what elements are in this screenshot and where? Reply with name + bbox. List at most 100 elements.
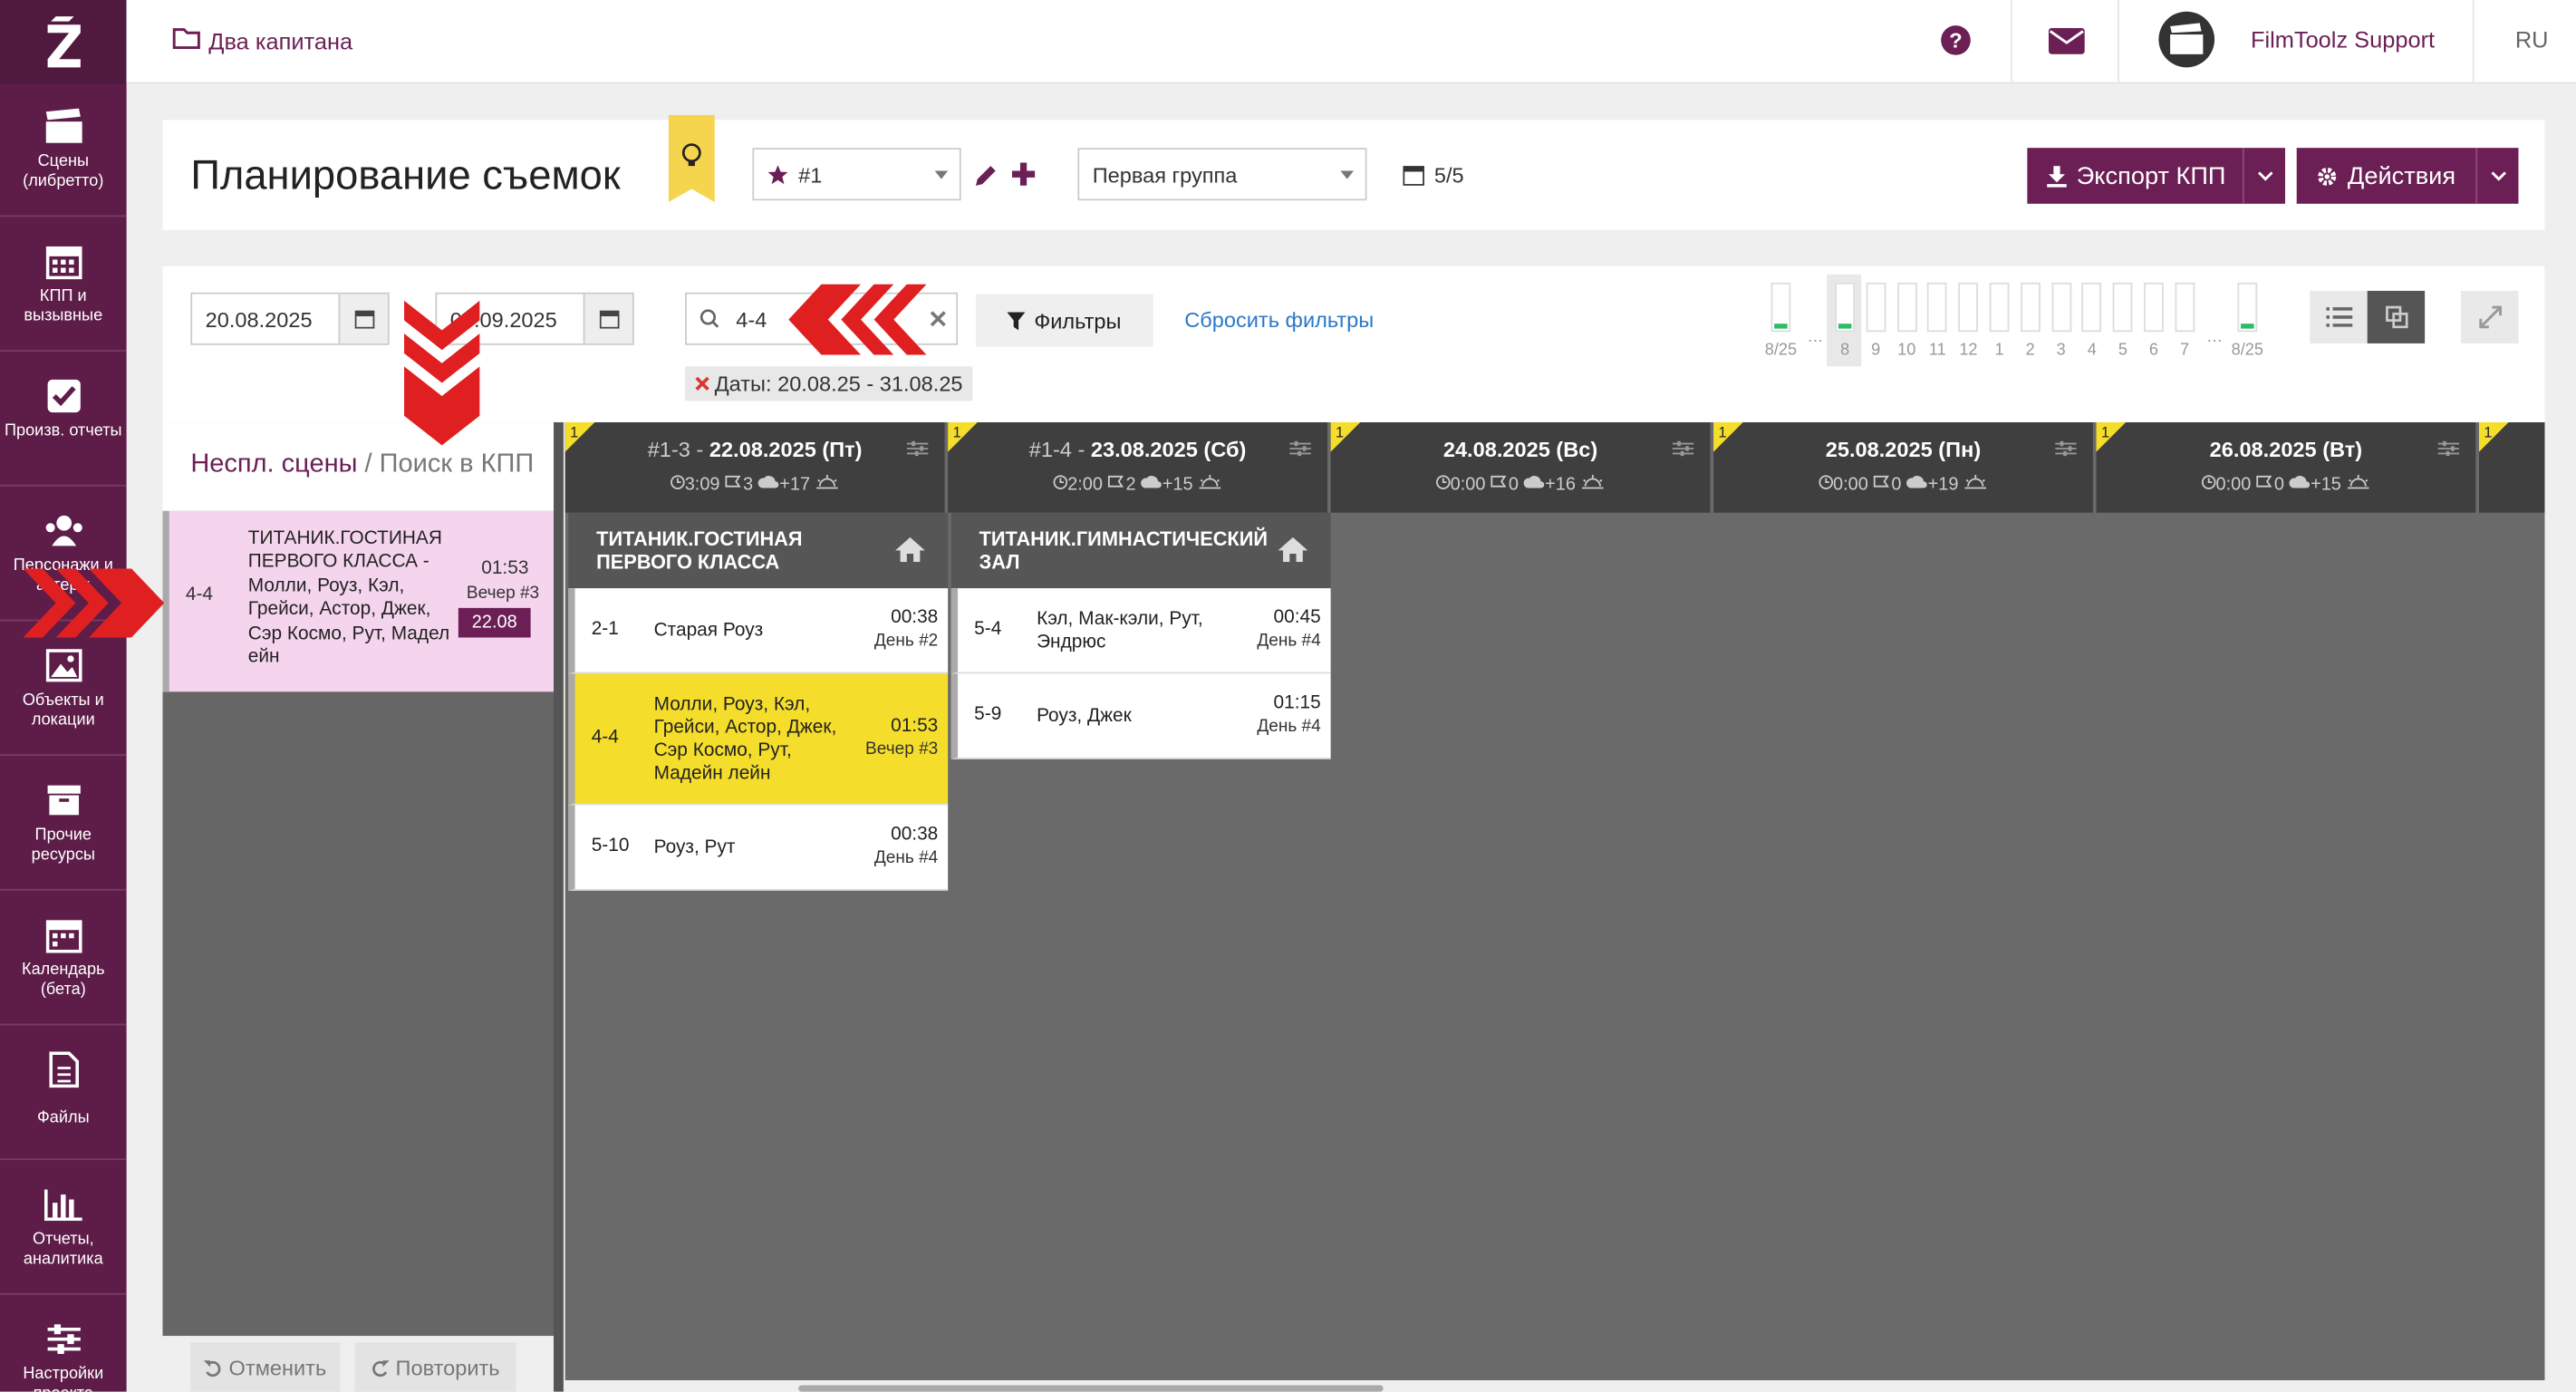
scene-date-badge[interactable]: 22.08	[458, 607, 531, 638]
nav-calendar[interactable]: Календарь (бета)	[0, 893, 127, 1026]
tab-search-callsheet[interactable]: Поиск в КПП	[380, 450, 535, 478]
tab-unscheduled[interactable]: Неспл. сцены	[190, 450, 357, 478]
clock-icon	[1435, 475, 1451, 489]
svg-text:?: ?	[1949, 29, 1962, 53]
day-column-header[interactable]: 1	[2478, 421, 2545, 513]
day-settings-icon[interactable]	[1672, 440, 1694, 457]
board-icon	[2385, 305, 2407, 329]
day-gauge[interactable]	[2144, 282, 2164, 333]
pencil-icon[interactable]	[974, 164, 997, 195]
scene-row[interactable]: 5-9 Роуз, Джек 01:15 День #4	[950, 673, 1331, 759]
location-header[interactable]: ТИТАНИК.ГИМНАСТИЧЕСКИЙ ЗАЛ	[950, 512, 1331, 589]
day-gauge[interactable]	[1770, 282, 1791, 333]
panel-splitter[interactable]	[554, 421, 564, 1392]
day-column-header[interactable]: 1 25.08.2025 (Пн) 0:00 0 +19	[1713, 421, 2093, 513]
scene-row[interactable]: 5-4 Кэл, Мак-кэли, Рут, Эндрюс 00:45 День #…	[950, 588, 1331, 674]
cloud-icon	[758, 476, 780, 488]
fullscreen-button[interactable]	[2461, 290, 2519, 343]
nav-settings[interactable]: Настройки проекта	[0, 1297, 127, 1392]
scene-number: 5-9	[974, 704, 1002, 725]
day-scene-count: 0	[2273, 474, 2284, 495]
day-settings-icon[interactable]	[906, 440, 929, 457]
export-dropdown-toggle[interactable]	[2242, 148, 2285, 204]
version-select[interactable]: #1	[752, 148, 961, 201]
scene-row-highlighted[interactable]: 4-4 Молли, Роуз, Кэл, Грейси, Астор, Джек…	[568, 673, 949, 806]
reset-filters-link[interactable]: Сбросить фильтры	[1184, 307, 1374, 332]
calendar-icon[interactable]	[583, 294, 633, 343]
gauge-label: 8/25	[2231, 342, 2263, 361]
group-select[interactable]: Первая группа	[1077, 148, 1367, 201]
day-settings-icon[interactable]	[2437, 440, 2460, 457]
actions-dropdown-toggle[interactable]	[2475, 148, 2518, 204]
scene-card[interactable]: 4-4 ТИТАНИК.ГОСТИНАЯ ПЕРВОГО КЛАССА - Мо…	[162, 510, 557, 692]
nav-scenes[interactable]: Сцены (либретто)	[0, 83, 127, 218]
date-filter-chip[interactable]: Даты: 20.08.25 - 31.08.25	[685, 366, 973, 401]
nav-locations[interactable]: Объекты и локации	[0, 623, 127, 757]
help-icon[interactable]: ?	[1940, 24, 1971, 64]
avatar[interactable]	[2158, 11, 2215, 68]
nav-files[interactable]: Файлы	[0, 1027, 127, 1161]
nav-analytics[interactable]: Отчеты, аналитика	[0, 1162, 127, 1295]
horizontal-scrollbar[interactable]	[798, 1385, 1384, 1392]
day-gauge[interactable]	[2175, 282, 2195, 333]
scene-row[interactable]: 2-1 Старая Роуз 00:38 День #2	[568, 588, 949, 674]
calendar-icon[interactable]	[338, 294, 388, 343]
scene-time: 01:53 Вечер #3	[865, 715, 938, 761]
date-from-field[interactable]: 20.08.2025	[190, 292, 390, 345]
board-view-button[interactable]	[2367, 290, 2426, 343]
filters-button[interactable]: Фильтры	[975, 294, 1153, 347]
day-duration: 0:00	[1833, 474, 1868, 495]
scene-duration: 00:38	[891, 607, 939, 628]
day-gauge[interactable]	[1989, 282, 2010, 333]
day-column-header[interactable]: 1 #1-4 - 23.08.2025 (Сб) 2:00 2 +15	[948, 421, 1327, 513]
gauge-label: 5	[2118, 342, 2127, 361]
project-link[interactable]: Два капитана	[172, 26, 352, 54]
day-scene-count: 3	[743, 474, 754, 495]
gauge-label: 9	[1871, 342, 1881, 361]
day-column-header[interactable]: 1 26.08.2025 (Вт) 0:00 0 +15	[2096, 421, 2476, 513]
plus-icon[interactable]	[1011, 162, 1036, 193]
location-header[interactable]: ТИТАНИК.ГОСТИНАЯ ПЕРВОГО КЛАССА	[568, 512, 949, 589]
language-switch[interactable]: RU	[2515, 26, 2549, 53]
nav-callsheets[interactable]: КПП и вызывные	[0, 218, 127, 353]
export-button[interactable]: Экспорт КПП	[2027, 148, 2286, 204]
list-view-button[interactable]	[2310, 290, 2368, 343]
mail-icon[interactable]	[2048, 27, 2085, 63]
redo-button[interactable]: Повторить	[354, 1342, 516, 1392]
day-stats: 0:00 0 +15	[2097, 474, 2476, 495]
calendar-small-icon	[1403, 166, 1424, 186]
remove-chip-icon[interactable]	[695, 376, 709, 391]
nav-resources[interactable]: Прочие ресурсы	[0, 758, 127, 891]
redo-label: Повторить	[395, 1354, 500, 1380]
day-column-header[interactable]: 1 #1-3 - 22.08.2025 (Пт) 3:09 3 +17	[564, 421, 945, 513]
day-gauge[interactable]	[2237, 282, 2258, 333]
day-gauge[interactable]	[2020, 282, 2041, 333]
day-gauge[interactable]	[1835, 282, 1855, 333]
day-gauge[interactable]	[1958, 282, 1979, 333]
day-gauge[interactable]	[1927, 282, 1948, 333]
day-gauge[interactable]	[1896, 282, 1917, 333]
day-column-header[interactable]: 1 24.08.2025 (Вс) 0:00 0 +16	[1330, 421, 1711, 513]
day-date: 23.08.2025 (Сб)	[1090, 437, 1247, 462]
day-settings-icon[interactable]	[2055, 440, 2077, 457]
day-scene-count: 0	[1508, 474, 1520, 495]
actions-button[interactable]: Действия	[2296, 148, 2519, 204]
app-logo[interactable]	[0, 0, 127, 84]
undo-button[interactable]: Отменить	[190, 1342, 341, 1392]
scene-slot: День #4	[1257, 631, 1321, 651]
day-scene-count: 0	[1891, 474, 1902, 495]
user-name[interactable]: FilmToolz Support	[2251, 26, 2435, 53]
scene-row[interactable]: 5-10 Роуз, Рут 00:38 День #4	[568, 805, 949, 891]
nav-label: Календарь (бета)	[22, 961, 105, 1000]
day-gauge[interactable]	[2112, 282, 2133, 333]
clear-search-icon[interactable]	[930, 307, 946, 332]
tips-ribbon[interactable]	[668, 114, 715, 203]
undo-label: Отменить	[228, 1354, 327, 1380]
scene-number: 5-4	[974, 619, 1002, 640]
nav-reports-prod[interactable]: Произв. отчеты	[0, 353, 127, 487]
day-gauge[interactable]	[2081, 282, 2102, 333]
chevron-down-icon	[1340, 170, 1354, 179]
day-settings-icon[interactable]	[1289, 440, 1311, 457]
day-gauge[interactable]	[2050, 282, 2071, 333]
day-gauge[interactable]	[1866, 282, 1886, 333]
